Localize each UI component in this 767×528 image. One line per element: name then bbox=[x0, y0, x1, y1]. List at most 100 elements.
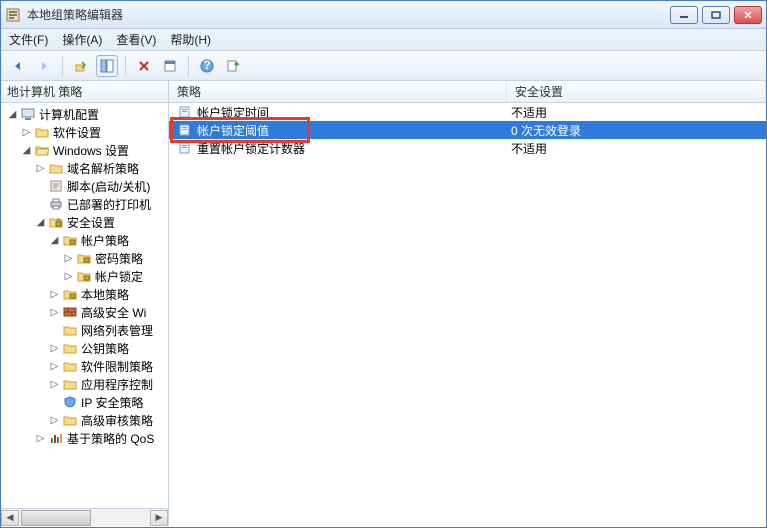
tree-label: 密码策略 bbox=[95, 250, 143, 267]
expand-icon[interactable]: ▷ bbox=[49, 415, 60, 426]
delete-button[interactable] bbox=[133, 55, 155, 77]
menu-action[interactable]: 操作(A) bbox=[62, 31, 102, 48]
policy-name: 重置帐户锁定计数器 bbox=[197, 140, 305, 157]
window-title: 本地组策略编辑器 bbox=[27, 6, 670, 23]
show-hide-tree-button[interactable] bbox=[96, 55, 118, 77]
policy-value: 不适用 bbox=[507, 140, 766, 157]
list-row[interactable]: 重置帐户锁定计数器 不适用 bbox=[169, 139, 766, 157]
tree-node-app-control[interactable]: ▷ 应用程序控制 bbox=[1, 375, 168, 393]
folder-icon bbox=[48, 161, 64, 175]
lock-folder-icon bbox=[48, 215, 64, 229]
scroll-thumb[interactable] bbox=[21, 510, 91, 526]
tree-body[interactable]: ◢ 计算机配置 ▷ 软件设置 ◢ Windows 设置 ▷ 域名解析策略 脚本(启动/关… bbox=[1, 103, 168, 508]
expand-icon[interactable]: ▷ bbox=[49, 289, 60, 300]
svg-text:?: ? bbox=[203, 59, 210, 72]
list-row-selected[interactable]: 帐户锁定阈值 0 次无效登录 bbox=[169, 121, 766, 139]
tree-node-local-policy[interactable]: ▷ 本地策略 bbox=[1, 285, 168, 303]
menu-help[interactable]: 帮助(H) bbox=[170, 31, 211, 48]
tree-node-dns[interactable]: ▷ 域名解析策略 bbox=[1, 159, 168, 177]
tree-pane: 地计算机 策略 ◢ 计算机配置 ▷ 软件设置 ◢ Windows 设置 ▷ 域名解析策略… bbox=[1, 81, 169, 526]
tree-label: Windows 设置 bbox=[53, 142, 129, 159]
tree-label: 安全设置 bbox=[67, 214, 115, 231]
column-setting[interactable]: 安全设置 bbox=[507, 81, 766, 102]
policy-name: 帐户锁定时间 bbox=[197, 104, 269, 121]
shield-icon bbox=[62, 395, 78, 409]
expand-icon[interactable]: ▷ bbox=[49, 361, 60, 372]
expand-icon[interactable]: ▷ bbox=[49, 307, 60, 318]
tree-node-network-list[interactable]: 网络列表管理 bbox=[1, 321, 168, 339]
tree-node-computer-config[interactable]: ◢ 计算机配置 bbox=[1, 105, 168, 123]
collapse-icon[interactable]: ◢ bbox=[21, 145, 32, 156]
scroll-right-button[interactable]: ▶ bbox=[150, 510, 168, 526]
tree-label: 脚本(启动/关机) bbox=[67, 178, 150, 195]
firewall-icon bbox=[62, 305, 78, 319]
tree-label: 本地策略 bbox=[81, 286, 129, 303]
export-button[interactable] bbox=[222, 55, 244, 77]
tree-label: 软件设置 bbox=[53, 124, 101, 141]
tree-node-ip-security[interactable]: IP 安全策略 bbox=[1, 393, 168, 411]
up-button[interactable] bbox=[70, 55, 92, 77]
expand-icon[interactable]: ▷ bbox=[49, 343, 60, 354]
tree-node-printers[interactable]: 已部署的打印机 bbox=[1, 195, 168, 213]
tree-node-advanced-audit[interactable]: ▷高级审核策略 bbox=[1, 411, 168, 429]
tree-label: 域名解析策略 bbox=[67, 160, 139, 177]
column-policy[interactable]: 策略 bbox=[169, 81, 507, 102]
tree-scrollbar[interactable]: ◀ ▶ bbox=[1, 508, 168, 526]
tree-node-advanced-firewall[interactable]: ▷高级安全 Wi bbox=[1, 303, 168, 321]
folder-icon bbox=[34, 125, 50, 139]
tree-label: 公钥策略 bbox=[81, 340, 129, 357]
collapse-icon[interactable]: ◢ bbox=[35, 217, 46, 228]
folder-icon bbox=[62, 323, 78, 337]
window-controls bbox=[670, 6, 762, 24]
tree-label: 应用程序控制 bbox=[81, 376, 153, 393]
collapse-icon[interactable]: ◢ bbox=[49, 235, 60, 246]
tree-node-account-lockout[interactable]: ▷帐户锁定 bbox=[1, 267, 168, 285]
tree-node-qos[interactable]: ▷ 基于策略的 QoS bbox=[1, 429, 168, 447]
policy-icon bbox=[177, 123, 193, 137]
lock-folder-icon bbox=[62, 233, 78, 247]
expand-icon[interactable]: ▷ bbox=[35, 163, 46, 174]
lock-folder-icon bbox=[76, 269, 92, 283]
menu-file[interactable]: 文件(F) bbox=[9, 31, 48, 48]
expand-icon[interactable]: ▷ bbox=[35, 433, 46, 444]
tree-header: 地计算机 策略 bbox=[1, 81, 168, 103]
collapse-icon[interactable]: ◢ bbox=[7, 109, 18, 120]
menu-view[interactable]: 查看(V) bbox=[116, 31, 156, 48]
forward-button[interactable] bbox=[33, 55, 55, 77]
tree-label: 网络列表管理 bbox=[81, 322, 153, 339]
title-bar: 本地组策略编辑器 bbox=[1, 1, 766, 29]
expand-icon[interactable]: ▷ bbox=[63, 271, 74, 282]
minimize-button[interactable] bbox=[670, 6, 698, 24]
script-icon bbox=[48, 179, 64, 193]
tree-node-password-policy[interactable]: ▷ 密码策略 bbox=[1, 249, 168, 267]
tree-node-software-restrict[interactable]: ▷软件限制策略 bbox=[1, 357, 168, 375]
content-area: 地计算机 策略 ◢ 计算机配置 ▷ 软件设置 ◢ Windows 设置 ▷ 域名解析策略… bbox=[1, 81, 766, 526]
list-row[interactable]: 帐户锁定时间 不适用 bbox=[169, 103, 766, 121]
folder-open-icon bbox=[34, 143, 50, 157]
tree-node-windows-settings[interactable]: ◢ Windows 设置 bbox=[1, 141, 168, 159]
tree-label: 计算机配置 bbox=[39, 106, 99, 123]
lock-folder-icon bbox=[62, 287, 78, 301]
back-button[interactable] bbox=[7, 55, 29, 77]
tree-label: 基于策略的 QoS bbox=[67, 430, 154, 447]
tree-label: IP 安全策略 bbox=[81, 394, 143, 411]
expand-icon[interactable]: ▷ bbox=[21, 127, 32, 138]
tree-node-security[interactable]: ◢ 安全设置 bbox=[1, 213, 168, 231]
tree-node-scripts[interactable]: 脚本(启动/关机) bbox=[1, 177, 168, 195]
chart-icon bbox=[48, 431, 64, 445]
expand-icon[interactable]: ▷ bbox=[63, 253, 74, 264]
maximize-button[interactable] bbox=[702, 6, 730, 24]
list-body[interactable]: 帐户锁定时间 不适用 帐户锁定阈值 0 次无效登录 重置帐户锁定计数器 不适用 bbox=[169, 103, 766, 526]
list-pane: 策略 安全设置 帐户锁定时间 不适用 帐户锁定阈值 0 次无效登录 重置帐户锁定… bbox=[169, 81, 766, 526]
help-button[interactable]: ? bbox=[196, 55, 218, 77]
policy-value: 0 次无效登录 bbox=[507, 122, 766, 139]
scroll-left-button[interactable]: ◀ bbox=[1, 510, 19, 526]
tree-node-account-policy[interactable]: ◢帐户策略 bbox=[1, 231, 168, 249]
properties-button[interactable] bbox=[159, 55, 181, 77]
expand-icon[interactable]: ▷ bbox=[49, 379, 60, 390]
policy-icon bbox=[177, 105, 193, 119]
lock-folder-icon bbox=[76, 251, 92, 265]
tree-node-software[interactable]: ▷ 软件设置 bbox=[1, 123, 168, 141]
close-button[interactable] bbox=[734, 6, 762, 24]
tree-node-public-key[interactable]: ▷ 公钥策略 bbox=[1, 339, 168, 357]
